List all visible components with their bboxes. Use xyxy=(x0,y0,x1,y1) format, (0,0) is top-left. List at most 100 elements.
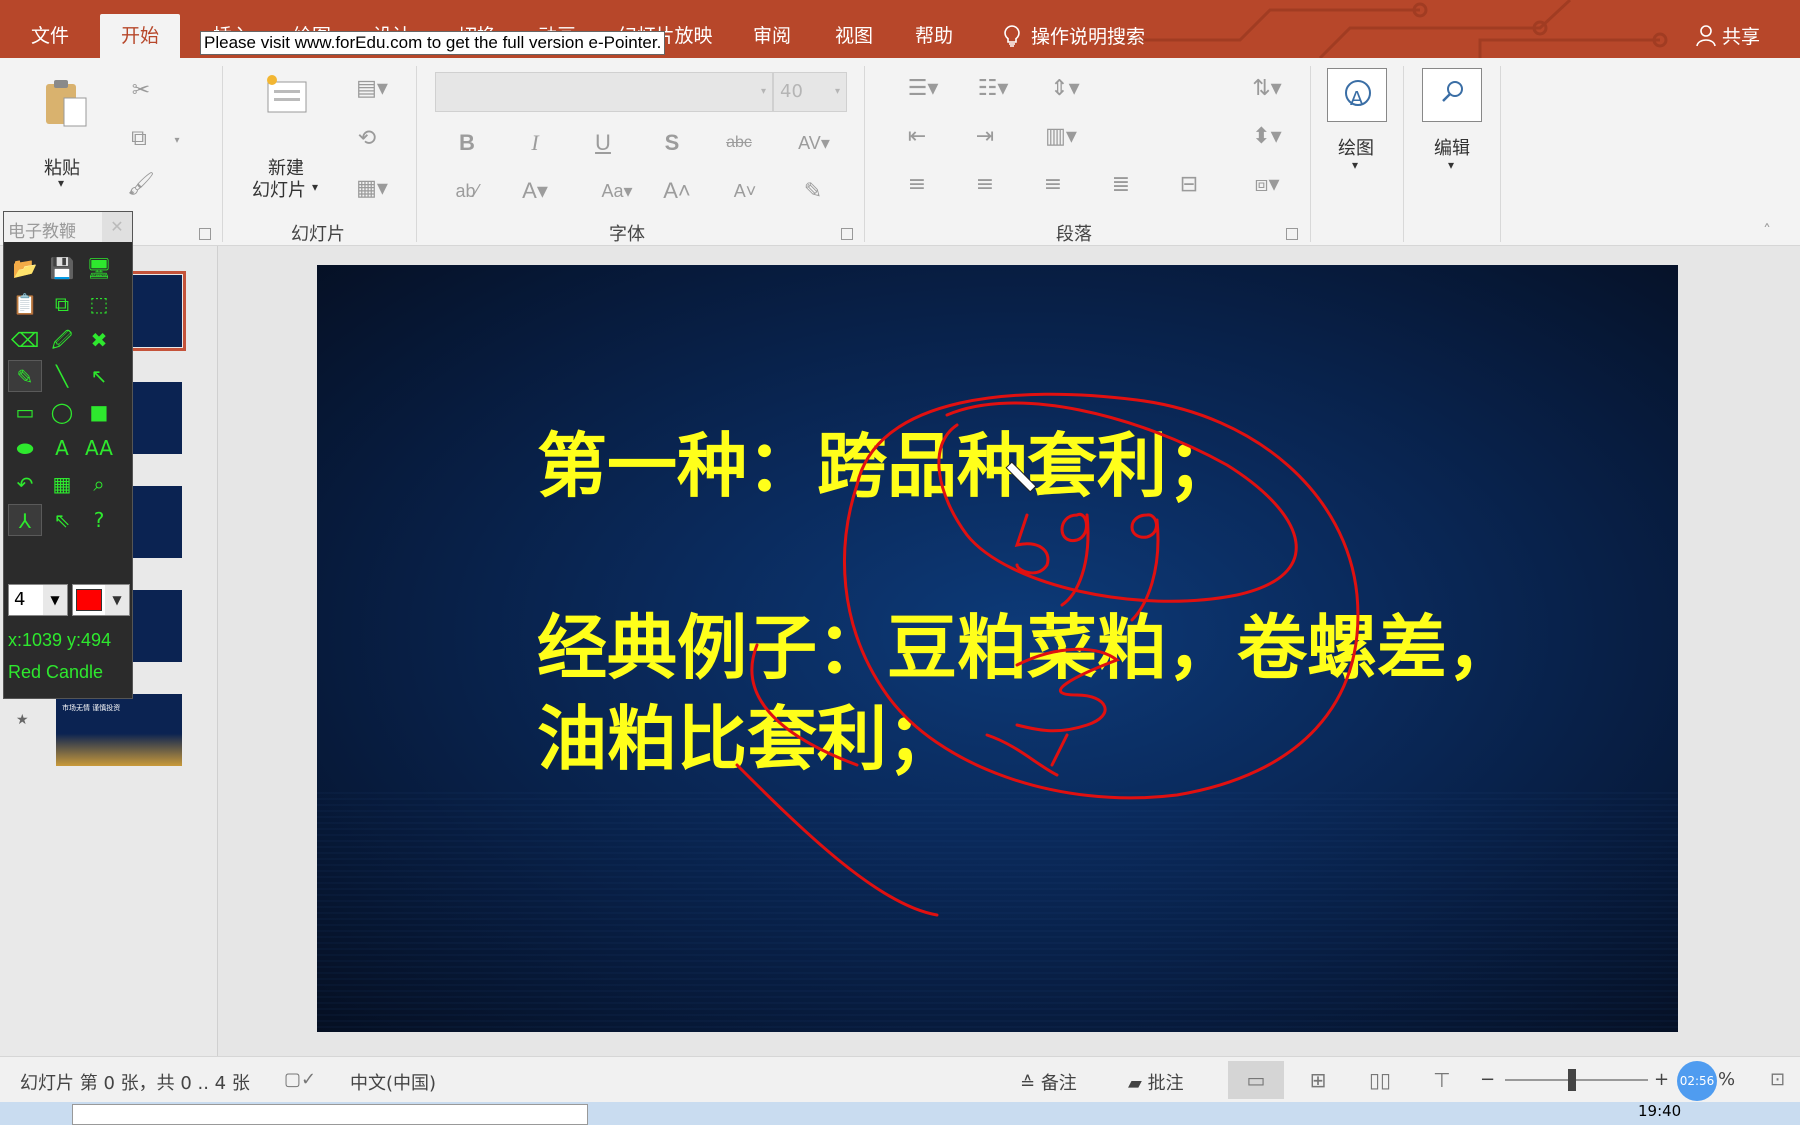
board-icon[interactable]: ▦ xyxy=(45,468,79,500)
columns-icon[interactable]: ▥▾ xyxy=(1036,122,1086,152)
bullets-icon[interactable]: ☰▾ xyxy=(898,74,948,104)
align-right-icon[interactable]: ≡ xyxy=(1036,170,1070,200)
smartart-icon[interactable]: ⧈▾ xyxy=(1242,170,1292,200)
filled-rect-icon[interactable]: ■ xyxy=(82,396,116,428)
font-launcher-icon[interactable] xyxy=(841,228,853,240)
font-size-select[interactable]: 40 ▾ xyxy=(773,72,847,112)
new-slide-label-2: 幻灯片 xyxy=(252,180,306,201)
format-painter-icon[interactable]: 🖌 xyxy=(124,170,158,200)
align-left-icon[interactable]: ≡ xyxy=(900,170,934,200)
zoom-slider-thumb[interactable] xyxy=(1568,1069,1576,1091)
zoom-slider-track[interactable] xyxy=(1505,1079,1648,1081)
person-icon xyxy=(1696,24,1716,46)
thumbnail-text: 市场无情 谨慎投资 xyxy=(62,704,121,712)
spell-check-icon[interactable]: ▢✓ xyxy=(284,1069,316,1090)
tab-9[interactable]: 视图 xyxy=(822,0,886,58)
line-spacing-icon[interactable]: ⇕▾ xyxy=(1040,74,1090,104)
copy-icon[interactable]: ⧉ xyxy=(45,288,79,320)
normal-view-button[interactable]: ▭ xyxy=(1228,1061,1284,1099)
zoom-in-icon[interactable]: + xyxy=(1654,1069,1669,1090)
editing-button[interactable]: 编辑 ▾ xyxy=(1418,68,1490,188)
zoom-out-icon[interactable]: − xyxy=(1480,1069,1495,1090)
share-button[interactable]: 共享 xyxy=(1696,22,1760,49)
grow-font-icon[interactable]: A˄ xyxy=(660,174,694,208)
text-outline-icon[interactable]: AA xyxy=(82,432,116,464)
epointer-title-bar[interactable]: 电子教鞭 ✕ xyxy=(4,212,132,242)
color-eraser-icon[interactable]: ✖ xyxy=(82,324,116,356)
pen-size-select[interactable]: 4 ▼ xyxy=(8,584,68,616)
strikethrough-icon[interactable]: abc xyxy=(722,126,756,160)
collapse-ribbon-icon[interactable]: ˄ xyxy=(1752,216,1782,246)
text-direction-icon[interactable]: ⇅▾ xyxy=(1242,74,1292,104)
paste-button[interactable]: 粘贴 ▾ xyxy=(30,68,102,198)
reset-slide-icon[interactable]: ⟲ xyxy=(350,124,384,154)
clipboard-icon[interactable]: 📋 xyxy=(8,288,42,320)
current-slide[interactable]: 第一种：跨品种套利； 经典例子：豆粕菜粕，卷螺差， 油粕比套利； xyxy=(317,265,1678,1032)
tab-8[interactable]: 审阅 xyxy=(740,0,804,58)
taskbar-search-box[interactable] xyxy=(72,1104,588,1125)
numbering-icon[interactable]: ☷▾ xyxy=(968,74,1018,104)
increase-indent-icon[interactable]: ⇥ xyxy=(968,122,1002,152)
slide-thumbnail-5[interactable]: 市场无情 谨慎投资 xyxy=(56,694,182,766)
decrease-indent-icon[interactable]: ⇤ xyxy=(900,122,934,152)
screen-icon[interactable]: 🖥 xyxy=(82,252,116,284)
font-name-select[interactable]: ▾ xyxy=(435,72,773,112)
paragraph-launcher-icon[interactable] xyxy=(1286,228,1298,240)
pen-size-value: 4 xyxy=(14,589,26,610)
distributed-icon[interactable]: ⊟ xyxy=(1172,170,1206,200)
close-icon[interactable]: ✕ xyxy=(102,212,132,242)
magnifier-icon[interactable]: ⌕ xyxy=(82,468,116,500)
change-case-icon[interactable]: Aa▾ xyxy=(594,174,640,208)
find-icon xyxy=(1422,68,1482,122)
dropper-icon[interactable]: 🖉 xyxy=(45,324,79,356)
clipboard-launcher-icon[interactable] xyxy=(199,228,211,240)
comments-button[interactable]: ▰ 批注 xyxy=(1128,1069,1184,1095)
font-color-icon[interactable]: A▾ xyxy=(518,174,552,208)
language-indicator[interactable]: 中文(中国) xyxy=(350,1069,436,1095)
help-icon[interactable]: ? xyxy=(82,504,116,536)
notes-button[interactable]: ≙ 备注 xyxy=(1020,1069,1077,1095)
arrow-icon[interactable]: ↖ xyxy=(82,360,116,392)
justify-icon[interactable]: ≣ xyxy=(1104,170,1138,200)
slide-sorter-button[interactable]: ⊞ xyxy=(1290,1061,1346,1099)
drawing-button[interactable]: A 绘图 ▾ xyxy=(1322,68,1394,188)
line-icon[interactable]: ╲ xyxy=(45,360,79,392)
tab-10[interactable]: 帮助 xyxy=(902,0,966,58)
shrink-font-icon[interactable]: A˅ xyxy=(728,174,762,208)
slideshow-button[interactable]: ⊤ xyxy=(1414,1061,1470,1099)
pen-icon[interactable]: ✎ xyxy=(8,360,42,392)
open-file-icon[interactable]: 📂 xyxy=(8,252,42,284)
eraser-icon[interactable]: ⌫ xyxy=(8,324,42,356)
align-center-icon[interactable]: ≡ xyxy=(968,170,1002,200)
shadow-icon[interactable]: S xyxy=(655,126,689,160)
align-text-icon[interactable]: ⬍▾ xyxy=(1242,122,1292,152)
ellipse-icon[interactable]: ◯ xyxy=(45,396,79,428)
fit-to-window-icon[interactable]: ⊡ xyxy=(1770,1069,1785,1090)
selection-icon[interactable]: ⬚ xyxy=(82,288,116,320)
underline-icon[interactable]: U xyxy=(586,126,620,160)
cursor-icon[interactable]: ⇖ xyxy=(45,504,79,536)
tab-1[interactable]: 开始 xyxy=(100,14,180,58)
tell-me-search[interactable]: 操作说明搜索 xyxy=(1003,22,1145,49)
rectangle-icon[interactable]: ▭ xyxy=(8,396,42,428)
bold-icon[interactable]: B xyxy=(450,126,484,160)
eraser-format-icon[interactable]: ✎ xyxy=(796,174,830,208)
pen-color-select[interactable]: ▼ xyxy=(72,584,130,616)
tab-0[interactable]: 文件 xyxy=(22,0,78,58)
save-icon[interactable]: 💾 xyxy=(45,252,79,284)
reading-view-button[interactable]: ▯▯ xyxy=(1352,1061,1408,1099)
chevron-down-icon[interactable]: ▾ xyxy=(170,126,184,156)
pointer-tool-icon[interactable]: ⅄ xyxy=(8,504,42,536)
new-slide-button[interactable]: 新建 幻灯片 ▾ xyxy=(246,70,326,201)
layout-icon[interactable]: ▤▾ xyxy=(350,74,394,104)
cut-icon[interactable]: ✂ xyxy=(124,76,158,106)
italic-icon[interactable]: I xyxy=(518,126,552,160)
filled-ellipse-icon[interactable]: ⬬ xyxy=(8,432,42,464)
section-icon[interactable]: ▦▾ xyxy=(350,174,394,204)
clear-format-icon[interactable]: ab⁄ xyxy=(450,174,484,208)
zoom-percent[interactable]: % xyxy=(1718,1069,1735,1090)
text-icon[interactable]: A xyxy=(45,432,79,464)
undo-icon[interactable]: ↶ xyxy=(8,468,42,500)
character-spacing-icon[interactable]: AV▾ xyxy=(792,126,836,160)
copy-icon[interactable]: ⧉ xyxy=(122,124,156,154)
